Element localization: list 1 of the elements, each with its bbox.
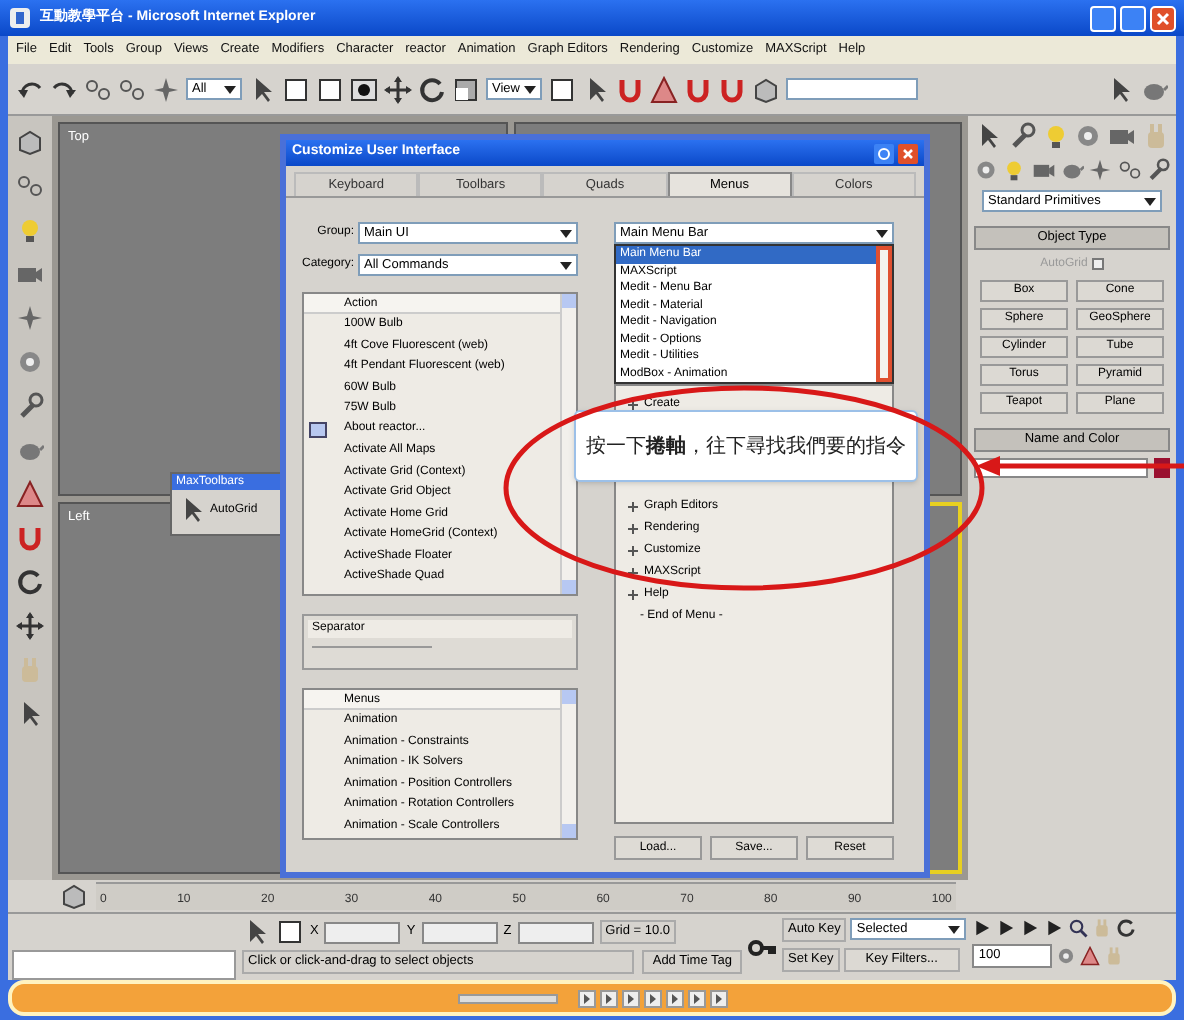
callout-text: 按一下捲軸，往下尋找我們要的指令 xyxy=(586,433,906,461)
